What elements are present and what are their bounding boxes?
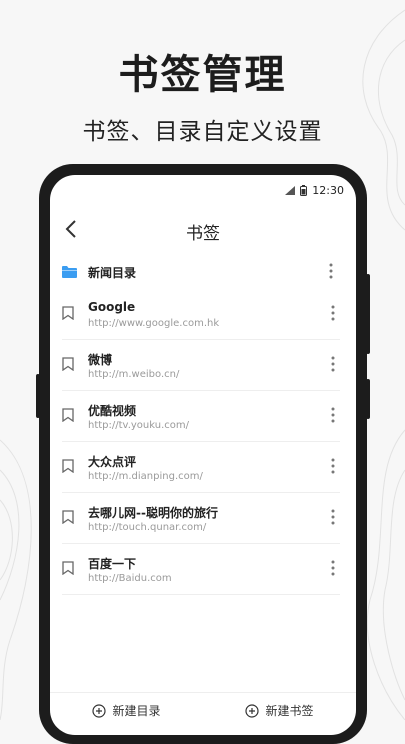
new-folder-label: 新建目录 (112, 704, 161, 718)
bookmark-icon (62, 459, 74, 473)
phone-power-button (366, 379, 370, 419)
phone-frame: 12:30 书签 新闻目录 Google http://www.google.c… (36, 164, 370, 744)
bookmark-icon (62, 357, 74, 371)
bookmark-row[interactable]: Google http://www.google.com.hk (62, 289, 340, 340)
more-vertical-icon[interactable] (326, 406, 340, 424)
bookmark-url: http://m.weibo.cn/ (88, 369, 180, 380)
bookmark-row[interactable]: 优酷视频 http://tv.youku.com/ (62, 391, 340, 442)
bookmark-url: http://www.google.com.hk (88, 318, 220, 329)
new-folder-button[interactable]: 新建目录 (50, 693, 203, 735)
status-bar: 12:30 (50, 175, 356, 203)
phone-volume-button (366, 274, 370, 354)
new-bookmark-button[interactable]: 新建书签 (203, 693, 356, 735)
promo-subtitle: 书签、目录自定义设置 (82, 119, 323, 145)
bookmark-row[interactable]: 微博 http://m.weibo.cn/ (62, 340, 340, 391)
folder-icon (62, 266, 77, 278)
more-vertical-icon[interactable] (326, 355, 340, 373)
bookmark-list: 新闻目录 Google http://www.google.com.hk 微博 … (50, 253, 356, 595)
bookmark-title: 微博 (88, 353, 113, 367)
phone-screen: 12:30 书签 新闻目录 Google http://www.google.c… (50, 175, 356, 735)
bookmark-title: Google (88, 300, 136, 314)
navigation-bar: 书签 (50, 209, 356, 249)
bookmark-row[interactable]: 去哪儿网--聪明你的旅行 http://touch.qunar.com/ (62, 493, 340, 544)
more-vertical-icon[interactable] (326, 508, 340, 526)
bottom-action-bar: 新建目录 新建书签 (50, 692, 356, 735)
plus-circle-icon (92, 703, 107, 718)
more-vertical-icon[interactable] (326, 304, 340, 322)
bookmark-icon (62, 561, 74, 575)
bookmark-url: http://m.dianping.com/ (88, 471, 203, 482)
new-bookmark-label: 新建书签 (265, 704, 314, 718)
promo-title: 书签管理 (118, 52, 287, 98)
plus-circle-icon (245, 703, 260, 718)
more-vertical-icon[interactable] (326, 457, 340, 475)
phone-side-button (36, 374, 40, 418)
bookmark-title: 去哪儿网--聪明你的旅行 (88, 506, 218, 520)
more-vertical-icon[interactable] (324, 262, 338, 280)
bookmark-icon (62, 408, 74, 422)
bookmark-url: http://touch.qunar.com/ (88, 522, 207, 533)
bookmark-row[interactable]: 百度一下 http://Baidu.com (62, 544, 340, 595)
bookmark-icon (62, 510, 74, 524)
bookmark-row[interactable]: 大众点评 http://m.dianping.com/ (62, 442, 340, 493)
more-vertical-icon[interactable] (326, 559, 340, 577)
battery-icon (300, 185, 308, 196)
folder-row-news[interactable]: 新闻目录 (50, 253, 356, 289)
bookmark-title: 百度一下 (88, 557, 137, 571)
bookmark-title: 大众点评 (88, 455, 137, 469)
bookmark-url: http://Baidu.com (88, 573, 172, 584)
bookmark-title: 优酷视频 (88, 404, 137, 418)
status-time: 12:30 (312, 184, 344, 197)
bookmark-icon (62, 306, 74, 320)
bookmark-url: http://tv.youku.com/ (88, 420, 189, 431)
folder-name: 新闻目录 (88, 266, 137, 280)
page-title: 书签 (186, 224, 220, 244)
signal-icon (285, 186, 296, 195)
